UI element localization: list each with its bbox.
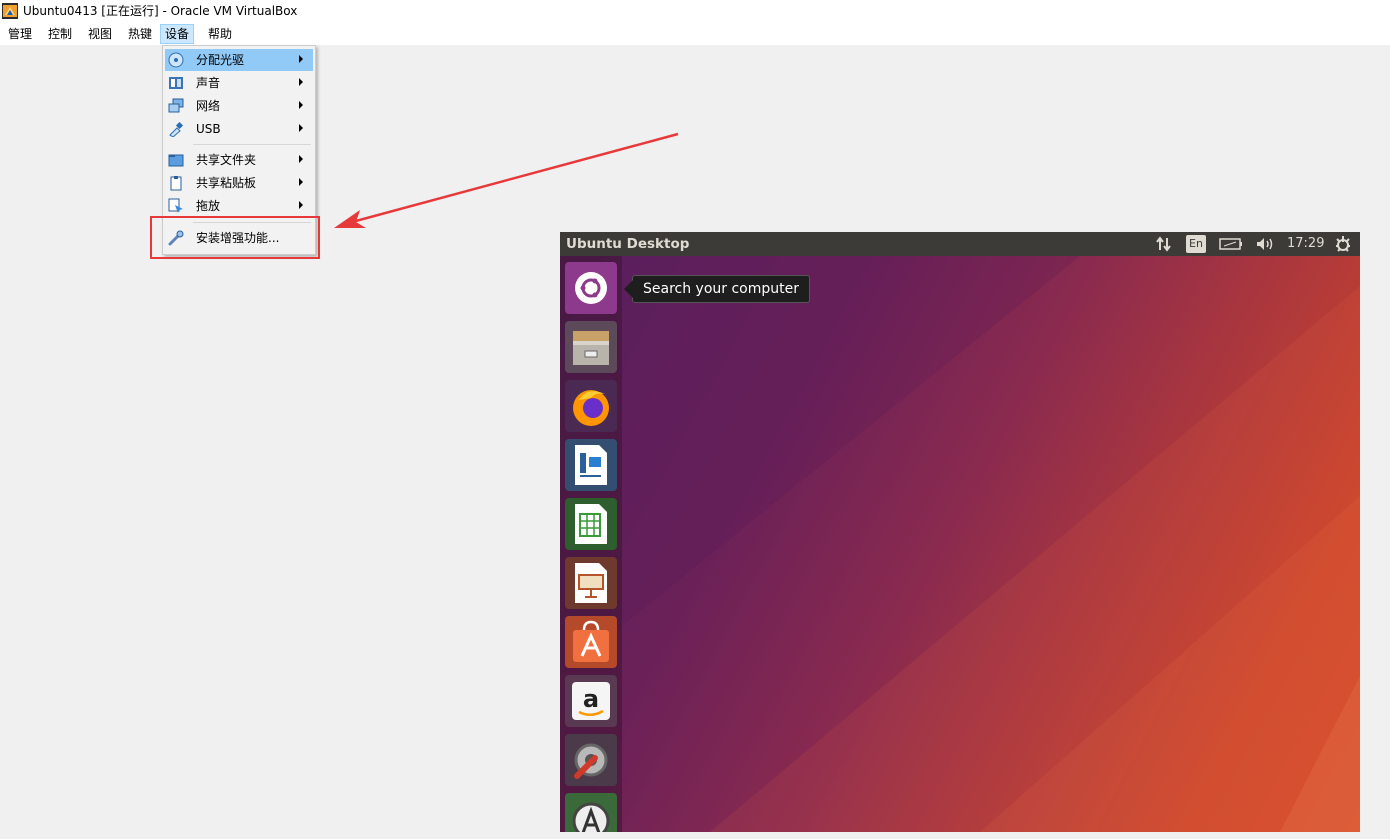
submenu-arrow-icon [299,155,303,163]
keyboard-language-indicator[interactable]: En [1186,235,1206,253]
vm-display[interactable]: Ubuntu Desktop En 17:29 a Search your co… [560,232,1360,832]
submenu-arrow-icon [299,124,303,132]
optical-disc-icon [168,52,184,68]
volume-icon[interactable] [1255,236,1275,252]
system-menu-gear-icon[interactable] [1334,235,1352,253]
libreoffice-impress-icon [575,563,607,603]
annotation-highlight-box [150,216,320,259]
launcher-firefox[interactable] [565,380,617,432]
ubuntu-software-icon [573,620,609,662]
ubuntu-dash-icon [575,272,607,304]
launcher-impress[interactable] [565,557,617,609]
submenu-arrow-icon [299,101,303,109]
virtualbox-icon [2,3,18,19]
submenu-arrow-icon [299,55,303,63]
window-title: Ubuntu0413 [正在运行] - Oracle VM VirtualBox [23,4,298,18]
menu-item-shared-folders[interactable]: 共享文件夹 [165,149,313,171]
shared-folder-icon [168,154,184,167]
submenu-arrow-icon [299,178,303,186]
network-icon [168,98,184,113]
menu-item-audio[interactable]: 声音 [165,72,313,94]
audio-icon [169,77,183,89]
menu-item-label: 声音 [196,76,221,90]
menu-item-network[interactable]: 网络 [165,95,313,117]
libreoffice-calc-icon [575,504,607,544]
menu-view[interactable]: 视图 [84,25,116,43]
menu-hotkey[interactable]: 热键 [124,25,156,43]
menu-bar: 管理 控制 视图 热键 设备 帮助 [0,22,1390,45]
amazon-icon: a [572,682,610,720]
launcher-tooltip: Search your computer [624,275,810,303]
menu-item-label: 分配光驱 [196,53,245,67]
panel-title: Ubuntu Desktop [566,236,690,252]
files-icon [573,331,609,365]
menu-item-shared-clipboard[interactable]: 共享粘贴板 [165,172,313,194]
firefox-icon [573,390,609,426]
menu-separator [193,144,311,145]
launcher-settings[interactable] [565,734,617,786]
menu-item-optical-drive[interactable]: 分配光驱 [165,49,313,71]
clock[interactable]: 17:29 [1287,236,1324,252]
launcher-writer[interactable] [565,439,617,491]
launcher-calc[interactable] [565,498,617,550]
svg-text:a: a [583,685,599,713]
wallpaper-shapes [560,256,1360,832]
menu-item-label: 共享文件夹 [196,153,257,167]
menu-control[interactable]: 控制 [44,25,76,43]
ubuntu-desktop[interactable] [560,256,1360,832]
menu-item-label: 网络 [196,99,221,113]
menu-item-label: 共享粘贴板 [196,176,257,190]
usb-icon [169,121,184,137]
launcher-updater[interactable] [565,793,617,832]
menu-item-usb[interactable]: USB [165,118,313,140]
menu-devices[interactable]: 设备 [160,24,195,44]
battery-icon[interactable] [1219,238,1243,250]
libreoffice-writer-icon [575,445,607,485]
ubuntu-launcher: a [560,256,622,832]
system-settings-icon [574,743,608,779]
launcher-files[interactable] [565,321,617,373]
menu-manage[interactable]: 管理 [4,25,36,43]
menu-item-label: 拖放 [196,199,221,213]
submenu-arrow-icon [299,201,303,209]
menu-help[interactable]: 帮助 [204,25,236,43]
menu-item-label: USB [196,122,221,136]
title-bar: Ubuntu0413 [正在运行] - Oracle VM VirtualBox [0,0,1390,22]
launcher-dash[interactable] [565,262,617,314]
drag-drop-icon [168,198,183,213]
launcher-amazon[interactable]: a [565,675,617,727]
clipboard-icon [170,176,182,191]
submenu-arrow-icon [299,78,303,86]
ubuntu-top-panel: Ubuntu Desktop En 17:29 [560,232,1360,256]
software-updater-icon [572,802,610,832]
launcher-software[interactable] [565,616,617,668]
menu-item-drag-drop[interactable]: 拖放 [165,195,313,217]
network-arrows-icon[interactable] [1156,236,1172,252]
